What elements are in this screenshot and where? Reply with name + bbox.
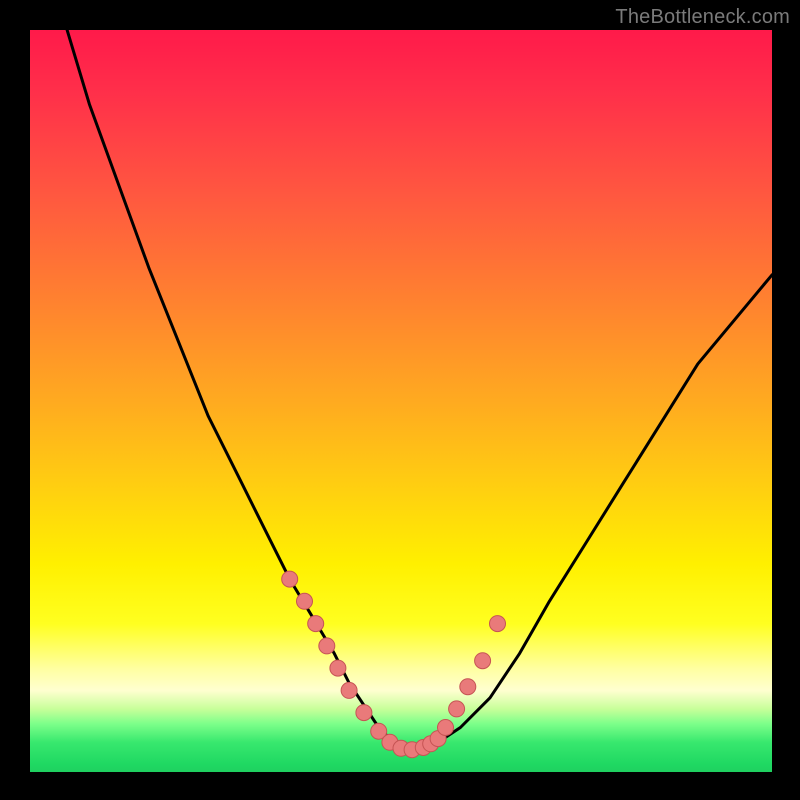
watermark-text: TheBottleneck.com bbox=[615, 6, 790, 29]
plot-area bbox=[30, 30, 772, 772]
curve-path bbox=[67, 30, 772, 750]
highlighted-points bbox=[282, 571, 506, 758]
marker-dot bbox=[490, 616, 506, 632]
marker-dot bbox=[341, 682, 357, 698]
marker-dot bbox=[319, 638, 335, 654]
outer-frame: TheBottleneck.com bbox=[0, 0, 800, 800]
marker-dot bbox=[438, 720, 454, 736]
marker-dot bbox=[282, 571, 298, 587]
marker-dot bbox=[449, 701, 465, 717]
marker-dot bbox=[460, 679, 476, 695]
marker-dot bbox=[308, 616, 324, 632]
marker-dot bbox=[330, 660, 346, 676]
marker-dot bbox=[475, 653, 491, 669]
marker-dot bbox=[297, 593, 313, 609]
marker-dot bbox=[356, 705, 372, 721]
chart-svg bbox=[30, 30, 772, 772]
bottleneck-curve bbox=[67, 30, 772, 750]
